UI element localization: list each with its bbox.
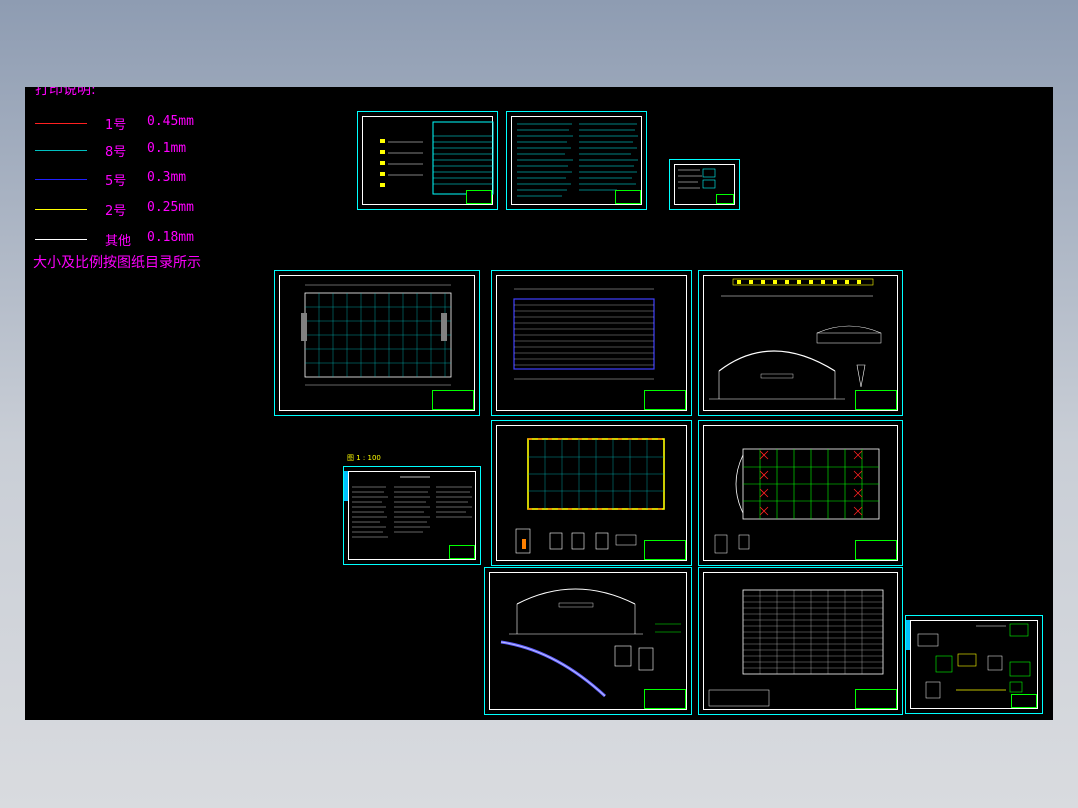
cyan-pen-line	[35, 150, 87, 151]
title-block	[449, 545, 475, 559]
pen-number: 2号	[105, 204, 127, 219]
title-block	[615, 190, 641, 204]
yellow-pen-line	[35, 209, 87, 210]
sheet-cover[interactable]	[357, 111, 498, 210]
pen-number: 1号	[105, 118, 127, 133]
title-block	[716, 194, 734, 204]
sheet-purlin-layout[interactable]	[698, 567, 903, 715]
sheet-node-details[interactable]	[905, 615, 1043, 714]
title-block	[644, 540, 686, 560]
pen-width: 0.25mm	[147, 200, 194, 215]
legend-row-5: 5号 0.3mm	[35, 170, 265, 189]
title-block	[855, 540, 897, 560]
cad-model-space[interactable]: 打印说明: 1号 0.45mm 8号 0.1mm 5号 0.3mm 2号 0.2…	[25, 87, 1053, 720]
scale-label: 图 1 : 100	[347, 454, 381, 462]
pen-number: 其他	[105, 234, 132, 249]
legend-row-1: 1号 0.45mm	[35, 114, 265, 133]
legend-row-8: 8号 0.1mm	[35, 141, 265, 160]
white-pen-line	[35, 239, 87, 240]
sheet-anchor-bolt-plan[interactable]	[491, 420, 692, 566]
title-block	[855, 390, 897, 410]
title-block	[855, 689, 897, 709]
sheet-elevations[interactable]	[698, 270, 903, 416]
red-pen-line	[35, 123, 87, 124]
title-block	[466, 190, 492, 204]
pen-width: 0.1mm	[147, 141, 187, 156]
pen-number: 8号	[105, 145, 127, 160]
sheet-design-notes[interactable]	[343, 466, 481, 565]
scale-note: 大小及比例按图纸目录所示	[33, 255, 201, 271]
pen-width: 0.45mm	[147, 114, 194, 129]
print-notes-title: 打印说明:	[35, 87, 96, 98]
pen-number: 5号	[105, 174, 127, 189]
title-block	[1011, 694, 1037, 708]
legend-row-other: 其他 0.18mm	[35, 230, 265, 249]
sheet-general-notes[interactable]	[506, 111, 647, 210]
sheet-roof-plan[interactable]	[491, 270, 692, 416]
title-block	[644, 390, 686, 410]
pen-width: 0.3mm	[147, 170, 187, 185]
sheet-foundation-plan[interactable]	[274, 270, 480, 416]
legend-row-2: 2号 0.25mm	[35, 200, 265, 219]
title-block	[432, 390, 474, 410]
blue-pen-line	[35, 179, 87, 180]
title-block	[644, 689, 686, 709]
sheet-index[interactable]	[669, 159, 740, 210]
sheet-arch-truss[interactable]	[484, 567, 692, 715]
sheet-bracing-plan[interactable]	[698, 420, 903, 566]
pen-width: 0.18mm	[147, 230, 194, 245]
